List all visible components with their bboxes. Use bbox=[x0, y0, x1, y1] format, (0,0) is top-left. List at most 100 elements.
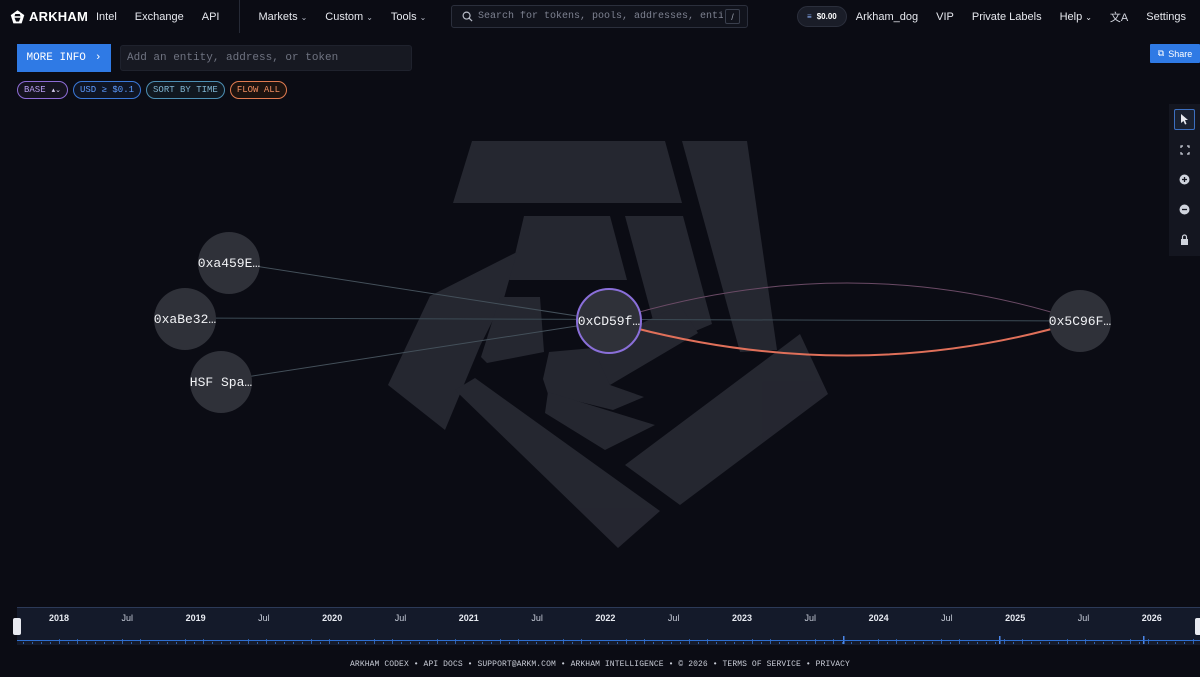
footer-separator: • bbox=[555, 660, 571, 669]
search-shortcut-key: / bbox=[725, 9, 740, 24]
nav-dropdown-custom[interactable]: Custom ⌄ bbox=[325, 11, 373, 23]
timeline-activity-tick bbox=[1058, 642, 1059, 644]
nav-link-exchange[interactable]: Exchange bbox=[135, 11, 184, 23]
timeline-activity-tick bbox=[347, 642, 348, 644]
balance-icon: ≡ bbox=[807, 12, 812, 21]
vip-link[interactable]: VIP bbox=[936, 11, 954, 23]
timeline-activity-tick bbox=[23, 642, 24, 644]
page-footer: ARKHAM CODEX • API DOCS • SUPPORT@ARKM.C… bbox=[0, 660, 1200, 669]
arkham-logo[interactable]: ARKHAM bbox=[10, 8, 88, 26]
timeline-activity-tick bbox=[1184, 642, 1185, 644]
timeline-activity-tick bbox=[860, 642, 861, 644]
timeline-label: 2023 bbox=[731, 613, 753, 623]
timeline-activity-tick bbox=[779, 642, 780, 644]
global-search[interactable]: / bbox=[451, 5, 748, 28]
graph-node-center[interactable]: 0xCD59f… bbox=[576, 288, 642, 354]
usd-filter-chip[interactable]: USD ≥ $0.1 bbox=[73, 81, 142, 99]
timeline-activity-tick bbox=[851, 642, 852, 644]
entity-search-input[interactable] bbox=[120, 45, 412, 71]
timeline-scrubber[interactable]: 2018 Jul 2019 Jul 2020 Jul 2021 Jul 2022 Jul 2023 J… bbox=[17, 607, 1200, 645]
graph-node[interactable]: 0x5C96F… bbox=[1049, 290, 1111, 352]
timeline-activity-tick bbox=[734, 642, 735, 644]
footer-link[interactable]: PRIVACY bbox=[816, 660, 850, 669]
timeline-activity-tick bbox=[1013, 642, 1014, 644]
zoom-in-icon[interactable] bbox=[1174, 169, 1195, 190]
transaction-graph[interactable]: 0xa459E… 0xaBe32… HSF Spa… 0xCD59f… 0x5C… bbox=[0, 100, 1200, 600]
timeline-label: Jul bbox=[804, 613, 817, 623]
graph-node[interactable]: 0xaBe32… bbox=[154, 288, 216, 350]
chain-filter-label: BASE bbox=[24, 85, 46, 95]
settings-link[interactable]: Settings bbox=[1146, 11, 1186, 23]
timeline-label: Jul bbox=[258, 613, 270, 623]
timeline-activity-tick bbox=[428, 642, 429, 644]
graph-node[interactable]: HSF Spa… bbox=[190, 351, 252, 413]
timeline-label: Jul bbox=[121, 613, 134, 623]
timeline-label: Jul bbox=[394, 613, 407, 623]
timeline-activity-tick bbox=[1094, 642, 1095, 644]
timeline-activity-tick bbox=[194, 642, 195, 644]
timeline-activity-tick bbox=[86, 642, 87, 644]
timeline-activity-tick bbox=[41, 642, 42, 644]
chevron-right-icon: › bbox=[94, 52, 102, 64]
lock-icon[interactable] bbox=[1174, 229, 1195, 250]
private-labels-link[interactable]: Private Labels bbox=[972, 11, 1042, 23]
timeline-activity-tick bbox=[977, 642, 978, 644]
graph-node[interactable]: 0xa459E… bbox=[198, 232, 260, 294]
timeline-activity-tick bbox=[473, 642, 474, 644]
flow-filter-chip[interactable]: FLOW ALL bbox=[229, 81, 288, 99]
timeline-activity-tick bbox=[1157, 642, 1158, 644]
wallet-balance[interactable]: ≡ $0.00 bbox=[797, 6, 847, 27]
timeline-activity-tick bbox=[50, 642, 51, 644]
timeline-start-handle[interactable] bbox=[13, 618, 21, 635]
footer-link[interactable]: API DOCS bbox=[424, 660, 463, 669]
timeline-activity-tick bbox=[284, 642, 285, 644]
timeline-activity-tick bbox=[995, 642, 996, 644]
translate-icon[interactable]: 文A bbox=[1110, 9, 1128, 25]
timeline-activity-tick bbox=[401, 642, 402, 644]
footer-link[interactable]: TERMS OF SERVICE bbox=[723, 660, 801, 669]
timeline-activity-tick bbox=[320, 642, 321, 644]
timeline-activity-tick bbox=[527, 642, 528, 644]
timeline-activity-tick bbox=[743, 642, 744, 644]
timeline-activity-tick bbox=[68, 642, 69, 644]
share-button[interactable]: ⧉ Share bbox=[1150, 44, 1200, 63]
timeline-activity-tick bbox=[149, 642, 150, 644]
timeline-activity-tick bbox=[383, 642, 384, 644]
fit-view-icon[interactable] bbox=[1174, 139, 1195, 160]
footer-link[interactable]: SUPPORT@ARKM.COM bbox=[477, 660, 555, 669]
nav-dropdown-label: Markets bbox=[258, 10, 298, 23]
footer-separator: • bbox=[800, 660, 816, 669]
sort-filter-chip[interactable]: SORT BY TIME bbox=[146, 81, 225, 99]
timeline-activity-tick bbox=[536, 642, 537, 644]
chain-filter-chip[interactable]: BASE ▴⌄ bbox=[17, 81, 68, 99]
graph-toolbar bbox=[1169, 104, 1200, 256]
help-dropdown[interactable]: Help ⌄ bbox=[1060, 11, 1092, 23]
top-navigation-bar: ARKHAM Intel Exchange API Markets ⌄ Custo… bbox=[0, 0, 1200, 33]
timeline-activity-tick bbox=[1040, 642, 1041, 644]
search-input[interactable] bbox=[478, 11, 723, 22]
timeline-activity-tick bbox=[1166, 642, 1167, 644]
timeline-activity-tick bbox=[599, 642, 600, 644]
zoom-out-icon[interactable] bbox=[1174, 199, 1195, 220]
timeline-activity-tick bbox=[1175, 642, 1176, 644]
nav-dropdown-markets[interactable]: Markets ⌄ bbox=[258, 11, 307, 23]
timeline-activity-tick bbox=[545, 642, 546, 644]
timeline-activity-tick bbox=[302, 642, 303, 644]
timeline-activity-tick bbox=[635, 642, 636, 644]
timeline-activity-tick bbox=[950, 642, 951, 644]
timeline-activity-tick bbox=[1121, 642, 1122, 644]
share-icon: ⧉ bbox=[1157, 48, 1165, 58]
footer-separator: • bbox=[663, 660, 679, 669]
footer-link[interactable]: ARKHAM CODEX bbox=[350, 660, 409, 669]
nav-divider bbox=[239, 0, 241, 33]
nav-link-api[interactable]: API bbox=[202, 11, 220, 23]
pointer-tool-icon[interactable] bbox=[1174, 109, 1195, 130]
nav-link-intel[interactable]: Intel bbox=[96, 11, 117, 23]
user-profile-link[interactable]: Arkham_dog bbox=[856, 11, 918, 23]
timeline-label: 2022 bbox=[595, 613, 616, 623]
timeline-label: Jul bbox=[667, 613, 680, 623]
nav-dropdown-tools[interactable]: Tools ⌄ bbox=[391, 11, 426, 23]
timeline-end-handle[interactable] bbox=[1195, 618, 1200, 635]
more-info-button[interactable]: MORE INFO › bbox=[17, 44, 111, 72]
footer-link[interactable]: ARKHAM INTELLIGENCE bbox=[571, 660, 664, 669]
